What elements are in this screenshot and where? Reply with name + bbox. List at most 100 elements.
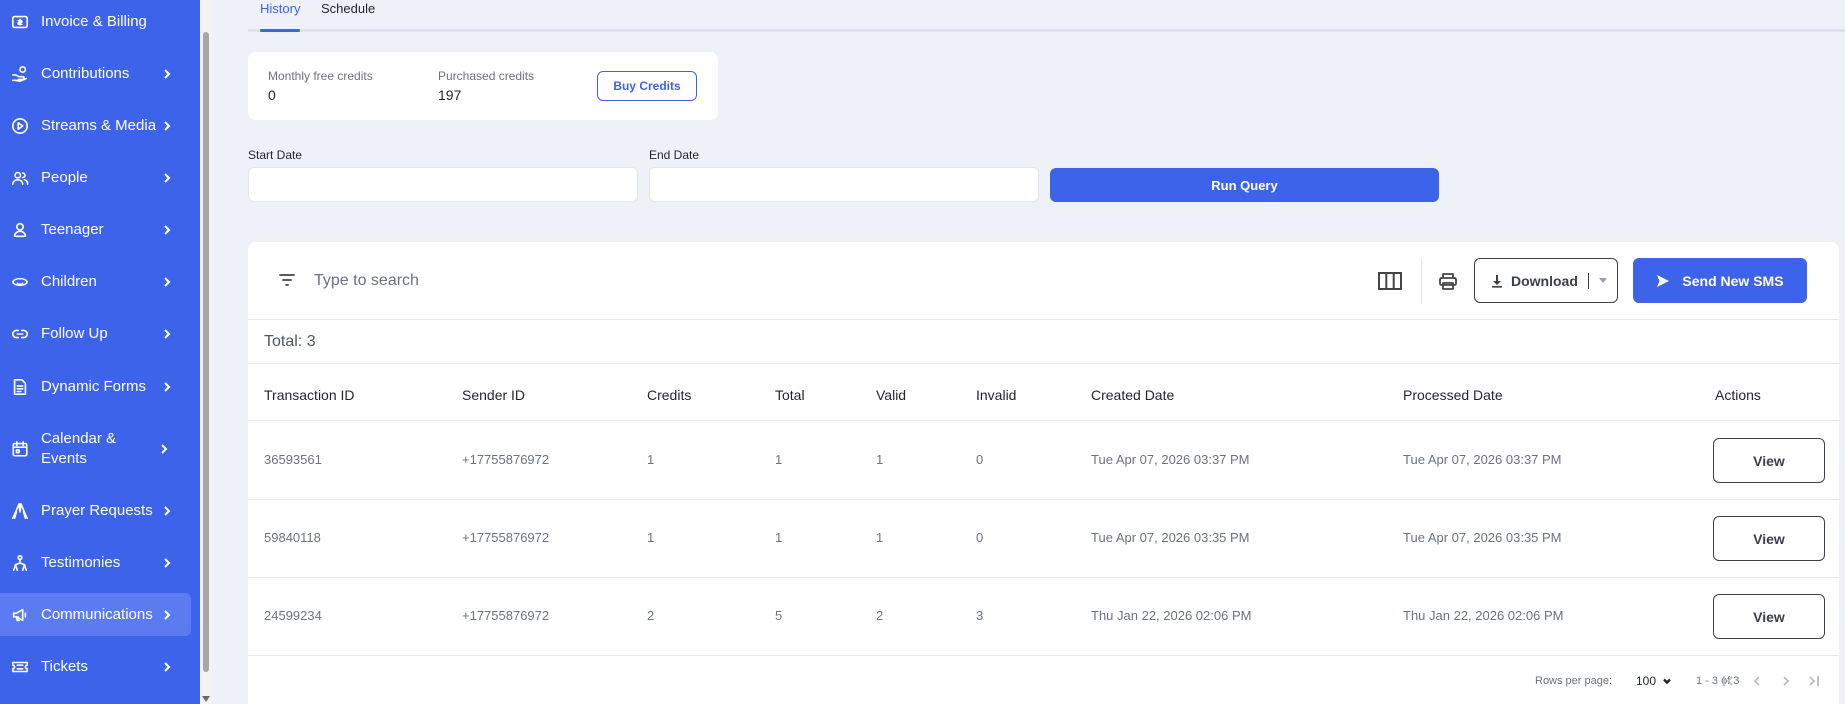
column-header[interactable]: Sender ID — [462, 387, 525, 403]
cell-created-date: Tue Apr 07, 2026 03:35 PM — [1091, 530, 1250, 545]
first-page-icon[interactable] — [1719, 672, 1737, 690]
column-header[interactable]: Credits — [647, 387, 691, 403]
main-content: History Schedule Monthly free credits 0 … — [212, 0, 1845, 704]
caret-down-icon[interactable] — [1598, 278, 1607, 283]
monthly-credits-label: Monthly free credits — [268, 69, 373, 83]
chevron-right-icon — [157, 116, 177, 136]
cell-processed-date: Thu Jan 22, 2026 02:06 PM — [1403, 608, 1564, 623]
scroll-down-arrow-icon[interactable] — [202, 696, 210, 702]
table-toolbar: Download Send New SMS — [248, 242, 1839, 320]
link-icon — [10, 324, 30, 344]
tab-bar: History Schedule — [248, 0, 1845, 32]
sidebar-item-label: Streams & Media — [41, 117, 157, 134]
sidebar-item-dynamic-forms[interactable]: Dynamic Forms — [0, 377, 191, 397]
download-separator — [1587, 272, 1589, 289]
cell-created-date: Thu Jan 22, 2026 02:06 PM — [1091, 608, 1252, 623]
end-date-input[interactable] — [649, 167, 1039, 202]
previous-page-icon[interactable] — [1748, 672, 1766, 690]
sidebar-item-contributions[interactable]: Contributions — [0, 64, 191, 84]
sidebar-item-label: Calendar & Events — [41, 430, 117, 467]
sidebar-item-tickets[interactable]: Tickets — [0, 657, 191, 677]
sidebar-item-label: Contributions — [41, 65, 130, 82]
chevron-down-icon — [1663, 678, 1671, 685]
active-tab-indicator — [260, 29, 300, 32]
sidebar-item-follow-up[interactable]: Follow Up — [0, 324, 191, 344]
send-new-sms-button[interactable]: Send New SMS — [1633, 258, 1807, 303]
sidebar-menu: Invoice & Billing Contributions Streams … — [0, 0, 200, 704]
cell-transaction-id: 59840118 — [264, 530, 321, 545]
sidebar-item-label: Communications — [41, 605, 153, 623]
table-row[interactable]: 36593561 +17755876972 1 1 1 0 Tue Apr 07… — [248, 422, 1839, 500]
sidebar-item-calendar-events[interactable]: Calendar & Events — [0, 428, 191, 470]
form-icon — [10, 377, 30, 397]
buy-credits-button[interactable]: Buy Credits — [597, 71, 697, 101]
rows-per-page-label: Rows per page: — [1535, 675, 1613, 687]
cell-total: 1 — [775, 530, 783, 545]
filter-icon[interactable] — [276, 269, 298, 291]
sidebar-item-streams-media[interactable]: Streams & Media — [0, 116, 191, 136]
total-count: Total: 3 — [264, 333, 316, 350]
sidebar-item-communications[interactable]: Communications — [0, 593, 191, 636]
chevron-right-icon — [157, 605, 177, 625]
chevron-right-icon — [157, 168, 177, 188]
sidebar-item-invoice-billing[interactable]: Invoice & Billing — [0, 12, 191, 32]
play-circle-icon — [10, 116, 30, 136]
next-page-icon[interactable] — [1777, 672, 1795, 690]
cell-credits: 2 — [647, 608, 655, 623]
view-button[interactable]: View — [1713, 438, 1825, 483]
cell-invalid: 0 — [976, 530, 984, 545]
run-query-button[interactable]: Run Query — [1050, 168, 1439, 202]
person-icon — [10, 220, 30, 240]
monthly-credits-value: 0 — [268, 87, 276, 103]
cell-total: 1 — [775, 452, 783, 467]
sidebar-item-testimonies[interactable]: Testimonies — [0, 553, 191, 573]
sidebar-item-label: Prayer Requests — [41, 502, 153, 519]
column-header[interactable]: Total — [775, 387, 805, 403]
cell-processed-date: Tue Apr 07, 2026 03:35 PM — [1403, 530, 1562, 545]
chevron-right-icon — [157, 324, 177, 344]
table-row[interactable]: 24599234 +17755876972 2 5 2 3 Thu Jan 22… — [248, 578, 1839, 656]
cell-valid: 1 — [876, 530, 884, 545]
start-date-input[interactable] — [248, 167, 638, 202]
column-header[interactable]: Created Date — [1091, 387, 1174, 403]
last-page-icon[interactable] — [1805, 672, 1823, 690]
sidebar-item-people[interactable]: People — [0, 168, 191, 188]
scrollbar-thumb[interactable] — [203, 32, 209, 672]
cell-total: 5 — [775, 608, 783, 623]
sidebar-item-label: Dynamic Forms — [41, 378, 147, 395]
cell-transaction-id: 36593561 — [264, 452, 322, 467]
table-row[interactable]: 59840118 +17755876972 1 1 1 0 Tue Apr 07… — [248, 500, 1839, 578]
column-header[interactable]: Transaction ID — [264, 387, 355, 403]
search-input[interactable] — [314, 266, 914, 296]
cell-transaction-id: 24599234 — [264, 608, 322, 623]
tab-history[interactable]: History — [260, 0, 300, 32]
sidebar-scrollbar[interactable] — [200, 0, 212, 704]
sidebar-item-label: Tickets — [41, 658, 88, 675]
cell-credits: 1 — [647, 530, 655, 545]
column-header[interactable]: Valid — [876, 387, 906, 403]
rows-per-page-select[interactable]: 100 — [1636, 674, 1672, 688]
download-button[interactable]: Download — [1474, 258, 1618, 303]
print-icon[interactable] — [1436, 269, 1460, 293]
purchased-credits-label: Purchased credits — [438, 69, 535, 83]
credits-card: Monthly free credits 0 Purchased credits… — [248, 52, 718, 120]
sidebar-item-prayer-requests[interactable]: Prayer Requests — [0, 500, 191, 522]
columns-icon[interactable] — [1376, 268, 1404, 294]
sidebar-item-label: Teenager — [41, 221, 104, 238]
chevron-right-icon — [157, 501, 177, 521]
megaphone-icon — [10, 605, 30, 625]
people-icon — [10, 168, 30, 188]
send-label: Send New SMS — [1682, 272, 1784, 289]
sidebar-item-label: Invoice & Billing — [41, 13, 147, 30]
pagination: Rows per page: 100 1 - 3 of 3 — [248, 662, 1839, 702]
view-button[interactable]: View — [1713, 594, 1825, 639]
column-header[interactable]: Processed Date — [1403, 387, 1503, 403]
sidebar-item-teenager[interactable]: Teenager — [0, 220, 191, 240]
end-date-label: End Date — [649, 148, 700, 162]
view-button[interactable]: View — [1713, 516, 1825, 561]
sms-history-table-card: Download Send New SMS Total: 3 Transacti… — [248, 242, 1839, 704]
column-header[interactable]: Invalid — [976, 387, 1016, 403]
cell-sender-id: +17755876972 — [462, 530, 550, 545]
tab-schedule[interactable]: Schedule — [321, 0, 375, 29]
sidebar-item-children[interactable]: Children — [0, 272, 191, 292]
